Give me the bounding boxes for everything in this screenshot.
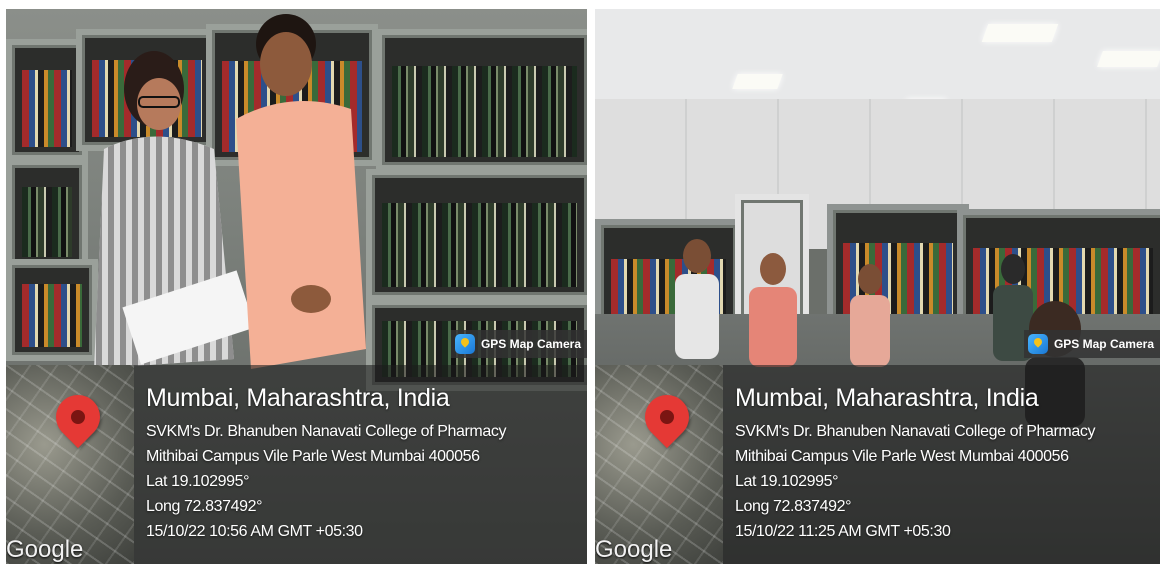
gps-map-camera-icon xyxy=(454,334,475,354)
map-thumbnail: Google xyxy=(595,365,723,564)
student-1 xyxy=(667,234,727,364)
library-photo-left: GPS Map Camera Google Mumbai, Maharashtr… xyxy=(6,9,587,564)
ceiling-light xyxy=(1097,51,1160,67)
address-line-2: Mithibai Campus Vile Parle West Mumbai 4… xyxy=(146,448,480,465)
map-pin-icon xyxy=(635,385,699,449)
latitude: Lat 19.102995° xyxy=(146,473,250,490)
student-man xyxy=(231,9,371,379)
bookshelf-cabinet xyxy=(6,159,88,271)
map-thumbnail: Google xyxy=(6,365,134,564)
google-logo: Google xyxy=(595,536,673,563)
gps-badge-label: GPS Map Camera xyxy=(1053,337,1154,351)
location-title: Mumbai, Maharashtra, India xyxy=(735,384,1039,412)
map-pin-icon xyxy=(46,385,110,449)
bookshelf-cabinet xyxy=(376,29,587,171)
address-line-1: SVKM's Dr. Bhanuben Nanavati College of … xyxy=(735,423,1096,440)
address-line-1: SVKM's Dr. Bhanuben Nanavati College of … xyxy=(146,423,507,440)
latitude: Lat 19.102995° xyxy=(735,473,839,490)
location-details: Mumbai, Maharashtra, India SVKM's Dr. Bh… xyxy=(146,365,506,544)
gps-badge-label: GPS Map Camera xyxy=(480,337,581,351)
google-logo: Google xyxy=(6,536,84,563)
student-woman xyxy=(84,29,256,389)
student-2 xyxy=(743,249,803,369)
gps-map-camera-badge: GPS Map Camera xyxy=(1023,330,1160,358)
ceiling-light xyxy=(981,24,1059,42)
address-line-2: Mithibai Campus Vile Parle West Mumbai 4… xyxy=(735,448,1069,465)
longitude: Long 72.837492° xyxy=(146,498,263,515)
location-title: Mumbai, Maharashtra, India xyxy=(146,384,450,412)
gps-map-camera-badge: GPS Map Camera xyxy=(450,330,587,358)
student-3 xyxy=(845,259,895,369)
longitude: Long 72.837492° xyxy=(735,498,852,515)
gps-map-camera-icon xyxy=(1027,334,1048,354)
ceiling-light xyxy=(732,74,783,89)
bookshelf-cabinet xyxy=(366,169,587,301)
library-photo-right: GPS Map Camera Google Mumbai, Maharashtr… xyxy=(595,9,1160,564)
location-details: Mumbai, Maharashtra, India SVKM's Dr. Bh… xyxy=(735,365,1095,544)
timestamp: 15/10/22 11:25 AM GMT +05:30 xyxy=(735,523,951,540)
timestamp: 15/10/22 10:56 AM GMT +05:30 xyxy=(146,523,363,540)
